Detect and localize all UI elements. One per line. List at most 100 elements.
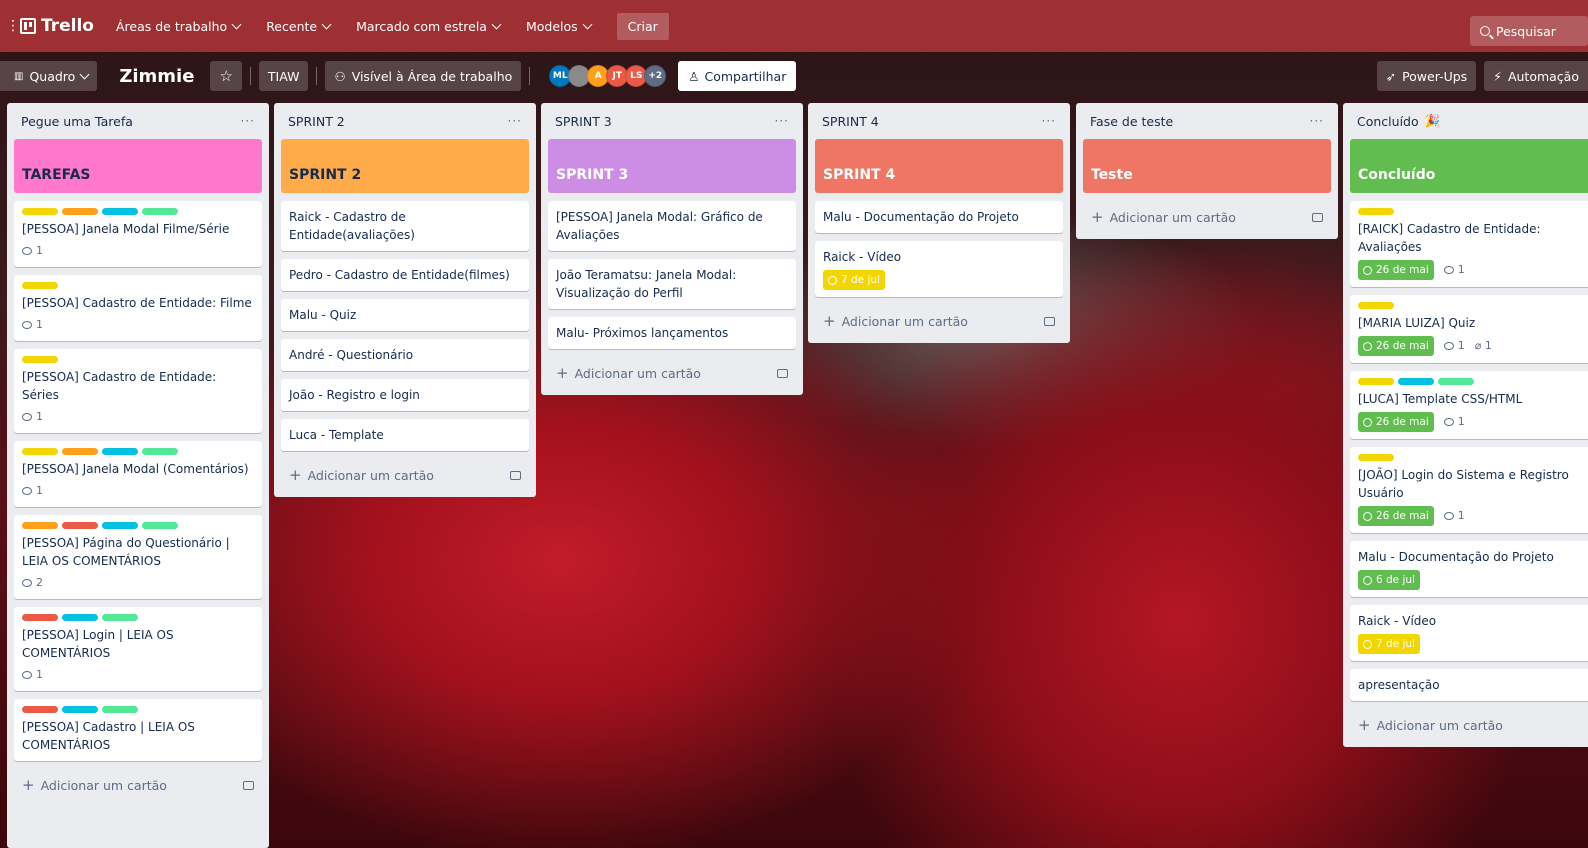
list-menu-icon[interactable]: ···: [1042, 114, 1056, 128]
add-card-button[interactable]: + Adicionar um cartão: [1083, 201, 1331, 233]
card[interactable]: João Teramatsu: Janela Modal: Visualizaç…: [548, 259, 796, 309]
share-button[interactable]: ♙ Compartilhar: [678, 61, 797, 91]
card-label[interactable]: [22, 282, 58, 289]
card-label[interactable]: [102, 208, 138, 215]
card-label[interactable]: [22, 448, 58, 455]
card[interactable]: Raick - Cadastro de Entidade(avaliações): [281, 201, 529, 251]
card[interactable]: [RAICK] Cadastro de Entidade: Avaliações…: [1350, 201, 1588, 287]
card-label[interactable]: [62, 614, 98, 621]
card-label[interactable]: [22, 522, 58, 529]
card-label[interactable]: [142, 522, 178, 529]
card[interactable]: Raick - Vídeo 7 de jul: [1350, 605, 1588, 661]
card[interactable]: [PESSOA] Janela Modal (Comentários) 1: [14, 441, 262, 507]
list-header[interactable]: Fase de teste ···: [1083, 103, 1331, 139]
list-menu-icon[interactable]: ···: [508, 114, 522, 128]
list-title[interactable]: Fase de teste: [1090, 114, 1173, 129]
workspace-button[interactable]: TIAW: [258, 61, 309, 91]
add-card-button[interactable]: + Adicionar um cartão: [815, 305, 1063, 337]
cover-card[interactable]: SPRINT 4: [815, 139, 1063, 193]
nav-starred[interactable]: Marcado com estrela: [356, 19, 502, 34]
add-card-button[interactable]: + Adicionar um cartão: [548, 357, 796, 389]
card-label[interactable]: [1438, 378, 1474, 385]
card-label[interactable]: [22, 706, 58, 713]
list-header[interactable]: Concluído 🎉: [1350, 103, 1588, 139]
card-template-icon[interactable]: [243, 780, 254, 790]
board-view-switcher[interactable]: ▥ Quadro: [0, 61, 98, 91]
list-menu-icon[interactable]: ···: [241, 114, 255, 128]
card-template-icon[interactable]: [1044, 316, 1055, 326]
apps-menu-icon[interactable]: ⋮: [6, 18, 20, 34]
card-label[interactable]: [22, 208, 58, 215]
card[interactable]: André - Questionário: [281, 339, 529, 371]
list-title[interactable]: SPRINT 2: [288, 114, 345, 129]
search-input[interactable]: Pesquisar: [1470, 16, 1588, 46]
card-label[interactable]: [142, 448, 178, 455]
card[interactable]: Malu - Documentação do Projeto 6 de jul: [1350, 541, 1588, 597]
card[interactable]: Raick - Vídeo 7 de jul: [815, 241, 1063, 297]
card-label[interactable]: [62, 706, 98, 713]
card-label[interactable]: [102, 448, 138, 455]
power-ups-button[interactable]: ➶ Power-Ups: [1376, 61, 1477, 91]
due-date-badge[interactable]: 26 de mai: [1358, 336, 1434, 356]
card-label[interactable]: [102, 614, 138, 621]
cover-card[interactable]: TAREFAS: [14, 139, 262, 193]
card[interactable]: [LUCA] Template CSS/HTML 26 de mai 1: [1350, 371, 1588, 439]
card[interactable]: Malu - Quiz: [281, 299, 529, 331]
member-avatar[interactable]: +2: [644, 65, 667, 87]
card-label[interactable]: [1398, 378, 1434, 385]
card[interactable]: [PESSOA] Cadastro de Entidade: Séries 1: [14, 349, 262, 433]
cover-card[interactable]: Concluído: [1350, 139, 1588, 193]
card-label[interactable]: [1358, 454, 1394, 461]
card-label[interactable]: [102, 522, 138, 529]
add-card-button[interactable]: + Adicionar um cartão: [1350, 709, 1588, 741]
list-title[interactable]: Pegue uma Tarefa: [21, 114, 133, 129]
add-card-button[interactable]: + Adicionar um cartão: [281, 459, 529, 491]
list-header[interactable]: SPRINT 4 ···: [815, 103, 1063, 139]
list-menu-icon[interactable]: ···: [1310, 114, 1324, 128]
add-card-button[interactable]: + Adicionar um cartão: [14, 769, 262, 801]
card-label[interactable]: [62, 208, 98, 215]
card-label[interactable]: [142, 208, 178, 215]
trello-logo[interactable]: Trello: [20, 16, 94, 36]
nav-workspaces[interactable]: Áreas de trabalho: [116, 19, 242, 34]
card-label[interactable]: [102, 706, 138, 713]
card-label[interactable]: [1358, 378, 1394, 385]
due-date-badge[interactable]: 26 de mai: [1358, 412, 1434, 432]
card-label[interactable]: [22, 356, 58, 363]
due-date-badge[interactable]: 26 de mai: [1358, 260, 1434, 280]
list-title[interactable]: SPRINT 4: [822, 114, 879, 129]
card-template-icon[interactable]: [510, 470, 521, 480]
card[interactable]: [PESSOA] Janela Modal: Gráfico de Avalia…: [548, 201, 796, 251]
due-date-badge[interactable]: 6 de jul: [1358, 570, 1420, 590]
board-title[interactable]: Zimmie: [119, 66, 194, 87]
card-template-icon[interactable]: [777, 368, 788, 378]
card-label[interactable]: [22, 614, 58, 621]
card[interactable]: [PESSOA] Cadastro de Entidade: Filme 1: [14, 275, 262, 341]
card[interactable]: Pedro - Cadastro de Entidade(filmes): [281, 259, 529, 291]
card[interactable]: [JOÃO] Login do Sistema e Registro Usuár…: [1350, 447, 1588, 533]
card[interactable]: Luca - Template: [281, 419, 529, 451]
list-menu-icon[interactable]: ···: [775, 114, 789, 128]
cover-card[interactable]: Teste: [1083, 139, 1331, 193]
card-label[interactable]: [1358, 208, 1394, 215]
list-title[interactable]: Concluído: [1357, 114, 1419, 129]
card-label[interactable]: [62, 522, 98, 529]
card[interactable]: [PESSOA] Janela Modal Filme/Série 1: [14, 201, 262, 267]
create-button[interactable]: Criar: [616, 12, 669, 40]
visibility-button[interactable]: ⚇ Visível à Área de trabalho: [325, 61, 522, 91]
card[interactable]: [MARIA LUIZA] Quiz 26 de mai 1 ⌀ 1: [1350, 295, 1588, 363]
card-template-icon[interactable]: [1312, 212, 1323, 222]
card[interactable]: [PESSOA] Página do Questionário | LEIA O…: [14, 515, 262, 599]
star-board-button[interactable]: ☆: [210, 61, 242, 91]
due-date-badge[interactable]: 26 de mai: [1358, 506, 1434, 526]
card-label[interactable]: [1358, 302, 1394, 309]
nav-recent[interactable]: Recente: [266, 19, 332, 34]
card[interactable]: [PESSOA] Login | LEIA OS COMENTÁRIOS 1: [14, 607, 262, 691]
cover-card[interactable]: SPRINT 3: [548, 139, 796, 193]
card[interactable]: apresentação: [1350, 669, 1588, 701]
list-title[interactable]: SPRINT 3: [555, 114, 612, 129]
due-date-badge[interactable]: 7 de jul: [1358, 634, 1420, 654]
card-label[interactable]: [62, 448, 98, 455]
list-header[interactable]: SPRINT 2 ···: [281, 103, 529, 139]
automation-button[interactable]: ⚡ Automação: [1484, 61, 1588, 91]
